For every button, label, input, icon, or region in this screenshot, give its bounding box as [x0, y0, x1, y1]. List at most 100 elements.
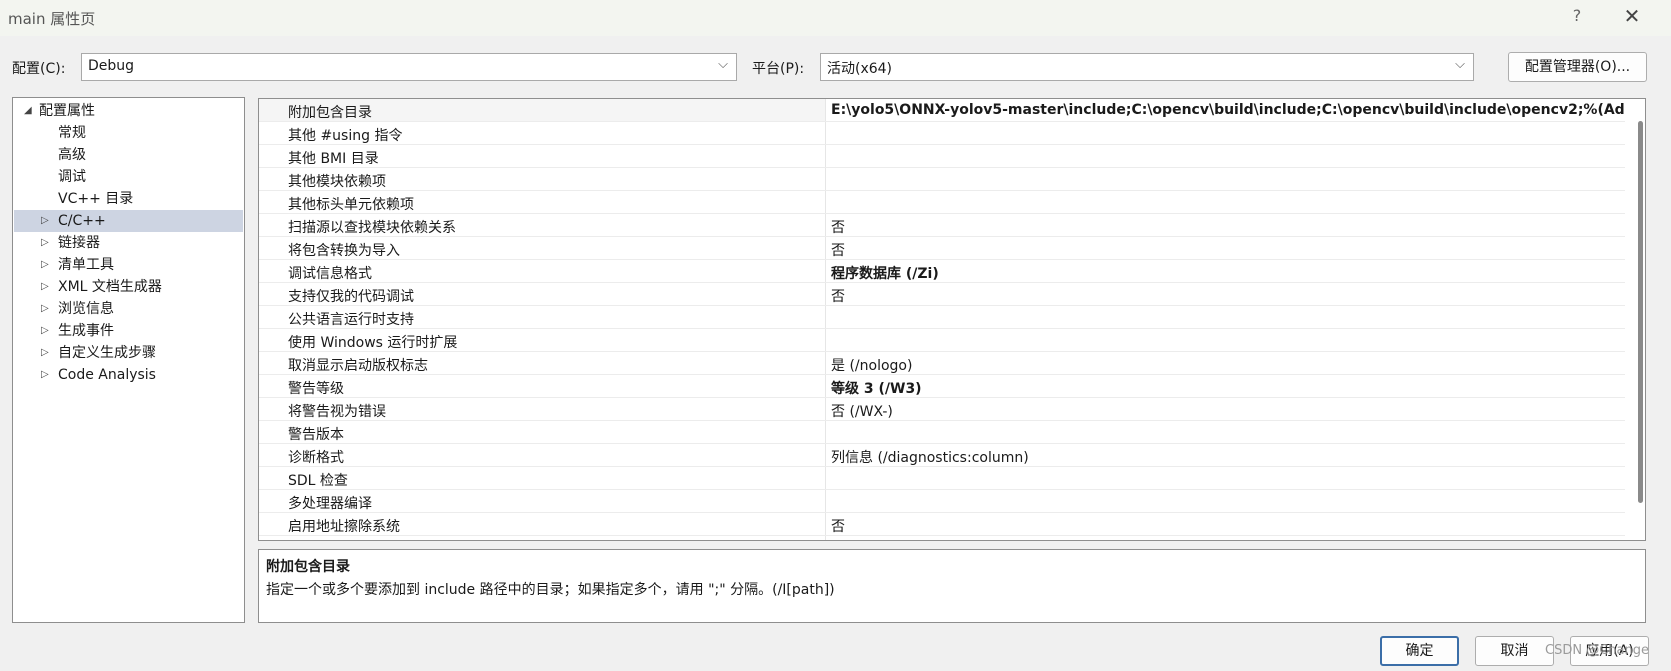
property-name: 警告等级: [288, 381, 344, 397]
property-name: 调试信息格式: [288, 266, 372, 282]
expand-arrow-icon[interactable]: ▷: [41, 364, 49, 386]
property-row[interactable]: 取消显示启动版权标志 是 (/nologo): [259, 352, 1625, 375]
property-row[interactable]: 附加包含目录 E:\yolo5\ONNX-yolov5-master\includ…: [259, 99, 1625, 122]
tree-item-label: 自定义生成步骤: [58, 345, 156, 361]
property-value[interactable]: [825, 306, 1625, 328]
property-value[interactable]: [825, 490, 1625, 512]
property-name: 将警告视为错误: [288, 404, 386, 420]
property-name: 附加包含目录: [288, 105, 372, 121]
property-value[interactable]: 程序数据库 (/Zi): [825, 260, 1625, 282]
property-value[interactable]: 否: [825, 214, 1625, 236]
property-value[interactable]: [825, 168, 1625, 190]
property-value[interactable]: 否: [825, 237, 1625, 259]
config-value: Debug: [88, 58, 135, 74]
expand-arrow-icon[interactable]: ▷: [41, 276, 49, 298]
config-label: 配置(C):: [12, 61, 66, 77]
property-name: 其他标头单元依赖项: [288, 197, 414, 213]
vertical-scrollbar[interactable]: [1627, 99, 1645, 540]
tree-item[interactable]: 高级: [14, 144, 243, 166]
tree-root-config-properties[interactable]: ◢ 配置属性: [14, 100, 243, 122]
property-value[interactable]: [825, 145, 1625, 167]
property-name: 支持仅我的代码调试: [288, 289, 414, 305]
expand-arrow-icon[interactable]: ▷: [41, 254, 49, 276]
property-row[interactable]: 使用 Windows 运行时扩展: [259, 329, 1625, 352]
property-name: 警告版本: [288, 427, 344, 443]
property-row[interactable]: 其他 BMI 目录: [259, 145, 1625, 168]
property-name: 其他 BMI 目录: [288, 151, 379, 167]
tree-item[interactable]: VC++ 目录: [14, 188, 243, 210]
property-value[interactable]: [825, 467, 1625, 489]
help-icon[interactable]: ?: [1567, 6, 1587, 25]
tree-item[interactable]: ▷ Code Analysis: [14, 364, 243, 386]
property-value[interactable]: 否 (/WX-): [825, 398, 1625, 420]
description-panel: 附加包含目录 指定一个或多个要添加到 include 路径中的目录；如果指定多个…: [258, 549, 1646, 623]
expand-arrow-icon[interactable]: ▷: [41, 232, 49, 254]
tree-item[interactable]: ▷ 浏览信息: [14, 298, 243, 320]
tree-item[interactable]: ▷ 清单工具: [14, 254, 243, 276]
tree-item[interactable]: ▷ 生成事件: [14, 320, 243, 342]
property-value[interactable]: 否: [825, 513, 1625, 535]
cancel-button[interactable]: 取消: [1475, 636, 1554, 666]
property-row[interactable]: 启用地址擦除系统 否: [259, 513, 1625, 536]
property-row[interactable]: 扫描源以查找模块依赖关系 否: [259, 214, 1625, 237]
config-dropdown[interactable]: Debug ⌵: [81, 53, 737, 81]
property-row[interactable]: 将警告视为错误 否 (/WX-): [259, 398, 1625, 421]
expand-arrow-icon[interactable]: ▷: [41, 210, 49, 232]
property-value[interactable]: 列信息 (/diagnostics:column): [825, 444, 1625, 466]
tree-item-label: 调试: [58, 169, 86, 185]
property-row[interactable]: 启用模糊支持(实验性) 否: [259, 536, 1625, 540]
property-value[interactable]: [825, 329, 1625, 351]
chevron-down-icon: ⌵: [718, 57, 728, 72]
tree-item[interactable]: ▷ 链接器: [14, 232, 243, 254]
property-row[interactable]: 其他 #using 指令: [259, 122, 1625, 145]
tree-item[interactable]: ▷ 自定义生成步骤: [14, 342, 243, 364]
property-row[interactable]: 其他标头单元依赖项: [259, 191, 1625, 214]
property-name: 公共语言运行时支持: [288, 312, 414, 328]
tree-item[interactable]: 调试: [14, 166, 243, 188]
property-row[interactable]: 支持仅我的代码调试 否: [259, 283, 1625, 306]
property-value[interactable]: [825, 191, 1625, 213]
tree-item-label: XML 文档生成器: [58, 279, 162, 295]
close-icon[interactable]: ✕: [1620, 4, 1644, 28]
property-row[interactable]: 多处理器编译: [259, 490, 1625, 513]
expanded-arrow-icon[interactable]: ◢: [24, 100, 32, 122]
platform-dropdown[interactable]: 活动(x64) ⌵: [820, 53, 1474, 81]
property-value[interactable]: 否: [825, 536, 1625, 540]
property-value[interactable]: [825, 421, 1625, 443]
expand-arrow-icon[interactable]: ▷: [41, 342, 49, 364]
property-row[interactable]: SDL 检查: [259, 467, 1625, 490]
property-row[interactable]: 其他模块依赖项: [259, 168, 1625, 191]
watermark: CSDN @Change: [1545, 643, 1649, 658]
property-value[interactable]: [825, 122, 1625, 144]
tree-item-label: C/C++: [58, 213, 106, 229]
property-value[interactable]: 否: [825, 283, 1625, 305]
tree-item-label: 生成事件: [58, 323, 114, 339]
property-name: 使用 Windows 运行时扩展: [288, 335, 458, 351]
property-name: 取消显示启动版权标志: [288, 358, 428, 374]
property-row[interactable]: 警告等级 等级 3 (/W3): [259, 375, 1625, 398]
property-row[interactable]: 公共语言运行时支持: [259, 306, 1625, 329]
expand-arrow-icon[interactable]: ▷: [41, 320, 49, 342]
expand-arrow-icon[interactable]: ▷: [41, 298, 49, 320]
tree-item-label: 高级: [58, 147, 86, 163]
property-value[interactable]: 等级 3 (/W3): [825, 375, 1625, 397]
property-row[interactable]: 诊断格式 列信息 (/diagnostics:column): [259, 444, 1625, 467]
property-value[interactable]: 是 (/nologo): [825, 352, 1625, 374]
property-row[interactable]: 警告版本: [259, 421, 1625, 444]
platform-value: 活动(x64): [827, 61, 893, 77]
property-value[interactable]: E:\yolo5\ONNX-yolov5-master\include;C:\o…: [825, 99, 1625, 121]
scrollbar-thumb[interactable]: [1638, 121, 1643, 503]
property-name: 多处理器编译: [288, 496, 372, 512]
property-row[interactable]: 调试信息格式 程序数据库 (/Zi): [259, 260, 1625, 283]
property-row[interactable]: 将包含转换为导入 否: [259, 237, 1625, 260]
property-name: 启用地址擦除系统: [288, 519, 400, 535]
window-title: main 属性页: [8, 10, 96, 28]
tree-item[interactable]: ▷ XML 文档生成器: [14, 276, 243, 298]
tree-item-label: 清单工具: [58, 257, 114, 273]
tree-item[interactable]: 常规: [14, 122, 243, 144]
tree-root-label: 配置属性: [39, 103, 95, 119]
tree-item[interactable]: ▷ C/C++: [14, 210, 243, 232]
ok-button[interactable]: 确定: [1380, 636, 1459, 666]
description-title: 附加包含目录: [266, 559, 350, 575]
config-manager-button[interactable]: 配置管理器(O)...: [1508, 52, 1647, 82]
